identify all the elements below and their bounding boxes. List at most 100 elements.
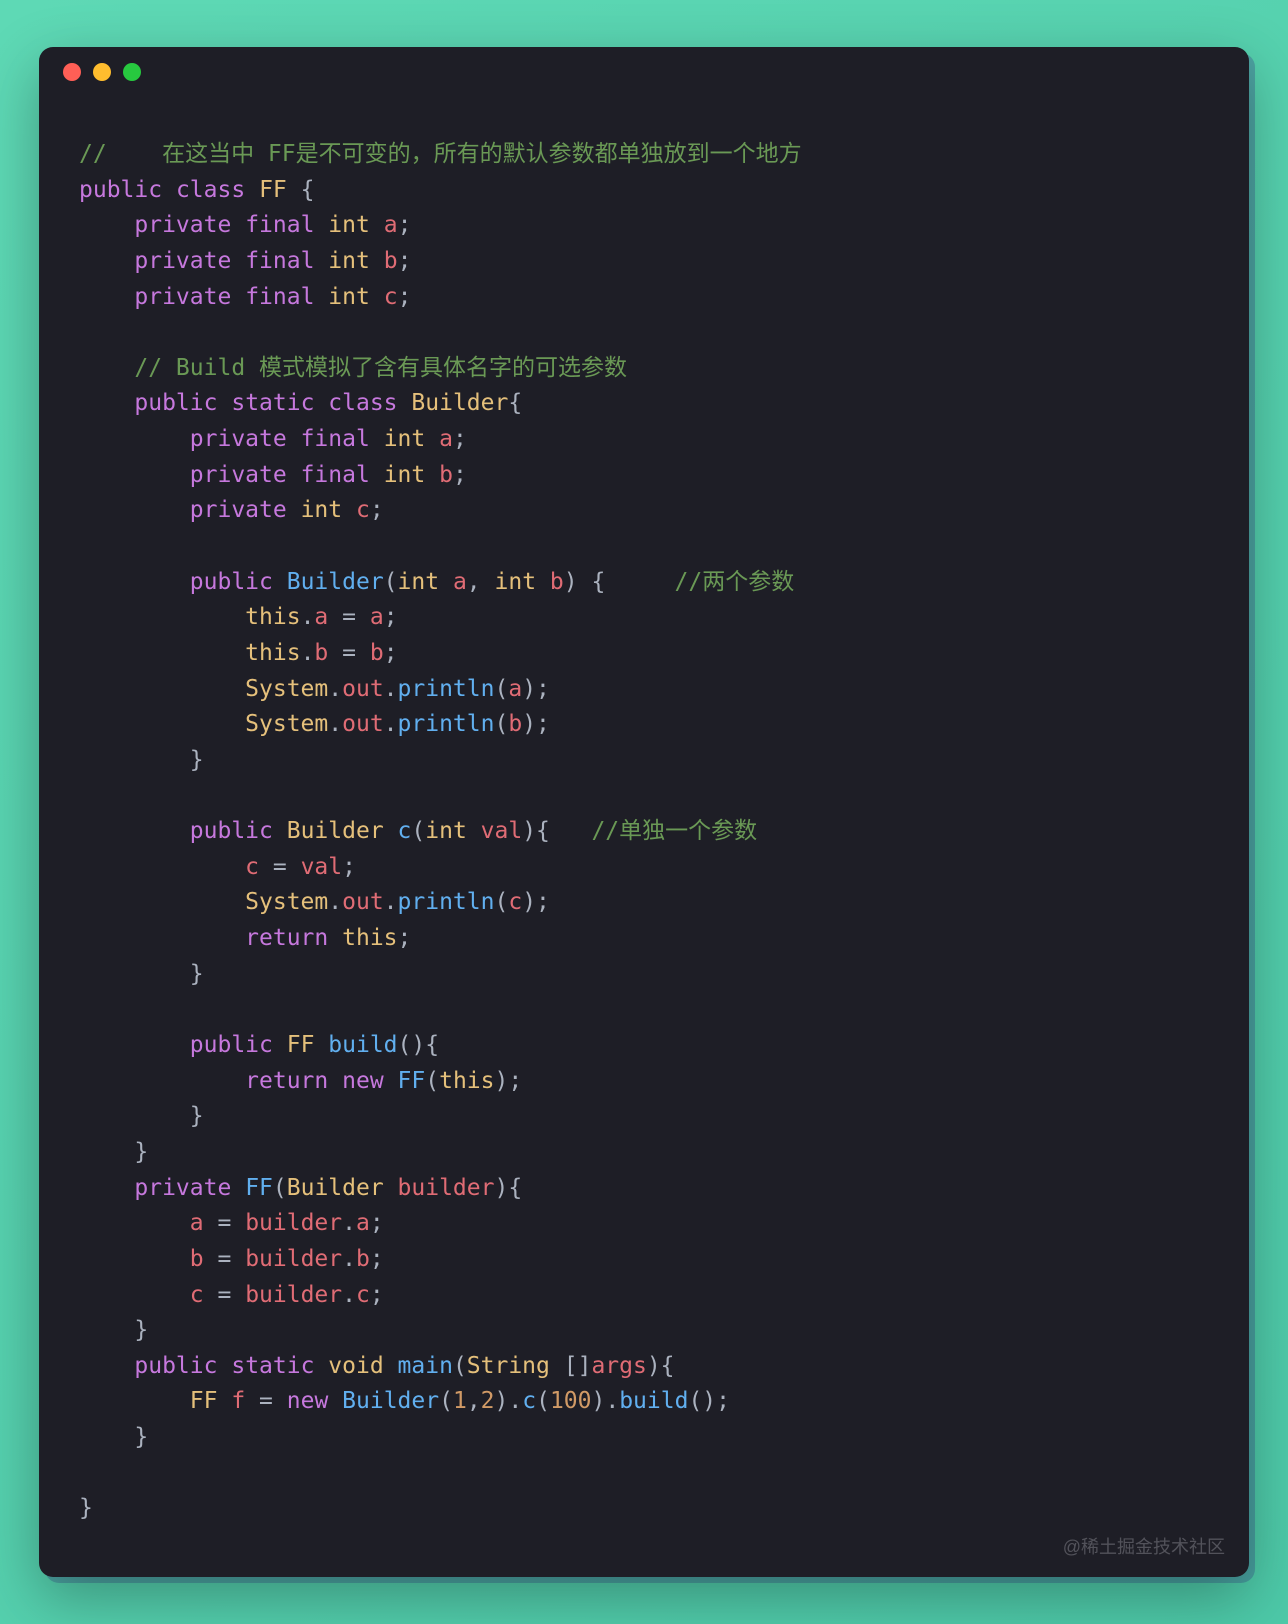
code-editor[interactable]: // 在这当中 FF是不可变的，所有的默认参数都单独放到一个地方 public … bbox=[39, 97, 1249, 1547]
code-token-keyword: private bbox=[190, 462, 287, 488]
code-token-punc: . bbox=[384, 711, 398, 737]
code-token-w bbox=[79, 390, 134, 416]
code-token-keyword: return bbox=[245, 925, 328, 951]
minimize-icon[interactable] bbox=[93, 63, 111, 81]
code-token-var: a bbox=[384, 212, 398, 238]
code-token-w bbox=[217, 1353, 231, 1379]
code-token-type: int bbox=[328, 248, 370, 274]
code-token-w bbox=[162, 177, 176, 203]
code-token-class: FF bbox=[190, 1388, 218, 1414]
code-token-w bbox=[425, 426, 439, 452]
code-token-keyword: private bbox=[134, 248, 231, 274]
code-token-w bbox=[536, 569, 550, 595]
code-token-punc: = bbox=[245, 1388, 287, 1414]
code-token-punc: = bbox=[328, 604, 370, 630]
code-token-punc: . bbox=[342, 1282, 356, 1308]
code-token-punc: } bbox=[79, 1495, 93, 1521]
code-token-w bbox=[439, 569, 453, 595]
code-token-w bbox=[79, 355, 134, 381]
code-token-punc: . bbox=[328, 889, 342, 915]
code-token-punc: ( bbox=[411, 818, 425, 844]
code-token-w bbox=[217, 1388, 231, 1414]
code-token-punc: { bbox=[508, 390, 522, 416]
code-token-punc: ); bbox=[522, 889, 550, 915]
code-token-punc: ){ bbox=[647, 1353, 675, 1379]
code-token-var: args bbox=[591, 1353, 646, 1379]
code-token-type: int bbox=[384, 462, 426, 488]
code-token-var: c bbox=[190, 1282, 204, 1308]
code-token-number: 100 bbox=[550, 1388, 592, 1414]
code-token-keyword: public bbox=[190, 569, 273, 595]
code-token-punc: ; bbox=[398, 248, 412, 274]
code-token-var: a bbox=[508, 676, 522, 702]
code-token-class: System bbox=[245, 676, 328, 702]
code-token-type: int bbox=[301, 497, 343, 523]
code-token-w bbox=[314, 284, 328, 310]
code-token-class: FF bbox=[259, 177, 287, 203]
code-token-punc: , bbox=[467, 1388, 481, 1414]
code-token-w bbox=[79, 1388, 190, 1414]
code-token-method: build bbox=[328, 1032, 397, 1058]
code-token-type: int bbox=[398, 569, 440, 595]
code-token-keyword: final bbox=[245, 248, 314, 274]
code-token-keyword: final bbox=[245, 284, 314, 310]
code-token-w bbox=[314, 248, 328, 274]
code-token-punc: ; bbox=[384, 604, 398, 630]
code-token-var: a bbox=[356, 1210, 370, 1236]
code-token-keyword: final bbox=[245, 212, 314, 238]
code-token-punc: } bbox=[79, 1317, 148, 1343]
code-token-w bbox=[370, 284, 384, 310]
code-token-type: void bbox=[328, 1353, 383, 1379]
close-icon[interactable] bbox=[63, 63, 81, 81]
code-token-this: this bbox=[245, 640, 300, 666]
code-token-punc: . bbox=[384, 889, 398, 915]
code-token-w bbox=[79, 284, 134, 310]
code-token-punc: [] bbox=[550, 1353, 592, 1379]
code-token-keyword: public bbox=[190, 1032, 273, 1058]
code-token-punc: ; bbox=[398, 925, 412, 951]
code-token-w bbox=[79, 676, 245, 702]
code-token-type: int bbox=[495, 569, 537, 595]
code-token-w bbox=[79, 925, 245, 951]
code-token-w bbox=[79, 604, 245, 630]
code-token-method: c bbox=[398, 818, 412, 844]
code-token-var: a bbox=[314, 604, 328, 630]
code-token-keyword: new bbox=[342, 1068, 384, 1094]
code-token-number: 2 bbox=[481, 1388, 495, 1414]
code-token-type: int bbox=[328, 284, 370, 310]
code-token-w bbox=[79, 889, 245, 915]
code-token-this: this bbox=[245, 604, 300, 630]
code-token-w bbox=[287, 426, 301, 452]
code-token-var: val bbox=[481, 818, 523, 844]
code-token-w bbox=[79, 1032, 190, 1058]
code-token-class: Builder bbox=[287, 1175, 384, 1201]
code-token-punc: = bbox=[204, 1246, 246, 1272]
code-token-punc: ; bbox=[370, 1210, 384, 1236]
code-token-punc: ; bbox=[384, 640, 398, 666]
code-token-var: builder bbox=[245, 1282, 342, 1308]
code-token-method: Builder bbox=[287, 569, 384, 595]
code-token-comment: // 在这当中 FF是不可变的，所有的默认参数都单独放到一个地方 bbox=[79, 141, 802, 167]
code-token-type: int bbox=[328, 212, 370, 238]
code-token-w bbox=[314, 1032, 328, 1058]
maximize-icon[interactable] bbox=[123, 63, 141, 81]
code-token-punc: ( bbox=[384, 569, 398, 595]
code-token-punc: , bbox=[467, 569, 495, 595]
code-token-var: c bbox=[356, 497, 370, 523]
code-token-method: println bbox=[398, 711, 495, 737]
code-token-w bbox=[79, 640, 245, 666]
code-token-var: a bbox=[370, 604, 384, 630]
code-token-w bbox=[425, 462, 439, 488]
code-token-w bbox=[370, 462, 384, 488]
code-token-keyword: private bbox=[190, 497, 287, 523]
code-token-w bbox=[79, 818, 190, 844]
code-token-punc: ; bbox=[453, 426, 467, 452]
code-token-method: println bbox=[398, 889, 495, 915]
code-token-keyword: final bbox=[301, 426, 370, 452]
code-token-var: builder bbox=[245, 1210, 342, 1236]
code-token-w bbox=[370, 426, 384, 452]
watermark: @稀土掘金技术社区 bbox=[1063, 1533, 1225, 1559]
code-token-class: Builder bbox=[411, 390, 508, 416]
code-token-w bbox=[79, 248, 134, 274]
code-token-var: out bbox=[342, 711, 384, 737]
